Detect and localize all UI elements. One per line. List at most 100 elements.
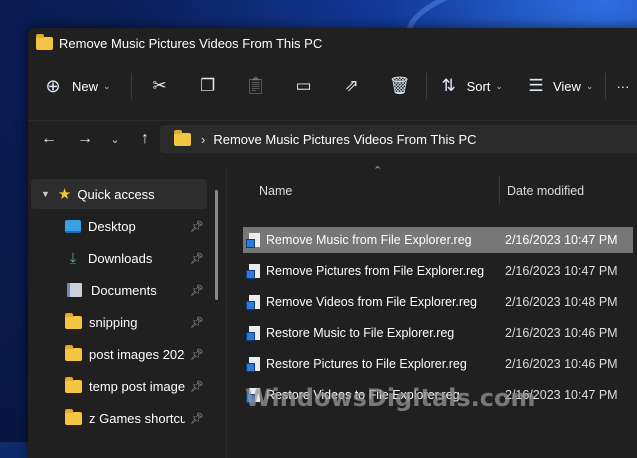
toolbar-separator — [130, 73, 132, 99]
folder-icon — [65, 376, 82, 393]
desktop-icon — [65, 219, 81, 233]
sidebar-scrollbar[interactable] — [215, 190, 218, 300]
pin-icon: 📌︎ — [190, 316, 204, 329]
download-icon: ⤓ — [69, 249, 77, 267]
registry-file-icon — [246, 264, 260, 279]
file-row[interactable]: Remove Pictures from File Explorer.reg 2… — [243, 258, 633, 284]
view-icon: ☰ — [528, 76, 544, 95]
registry-file-icon — [246, 295, 260, 310]
sidebar-item-downloads[interactable]: ⤓ Downloads 📌︎ — [28, 243, 206, 273]
folder-icon — [174, 129, 191, 146]
file-row[interactable]: Remove Videos from File Explorer.reg 2/1… — [243, 289, 633, 315]
navigation-pane: ▼ ★ Quick access Desktop 📌︎ ⤓ Downloads … — [28, 176, 218, 458]
watermark-logo: WindowsDigitals.com — [245, 384, 536, 412]
pin-icon: 📌︎ — [190, 220, 204, 233]
recent-locations-chevron-icon[interactable]: ⌄ — [100, 133, 130, 146]
new-icon: ⊕ — [45, 75, 61, 96]
column-divider[interactable] — [499, 176, 500, 204]
rename-icon: ▭ — [295, 76, 312, 95]
folder-icon — [65, 408, 82, 425]
sidebar-item-label: snipping — [89, 314, 138, 330]
share-button[interactable]: ⇗ — [336, 70, 368, 102]
sidebar-item-snipping[interactable]: snipping 📌︎ — [28, 307, 206, 337]
pin-icon: 📌︎ — [190, 412, 204, 425]
documents-icon — [67, 283, 82, 297]
title-bar[interactable]: Remove Music Pictures Videos From This P… — [28, 28, 637, 58]
file-date: 2/16/2023 10:46 PM — [505, 326, 618, 340]
sidebar-item-label: post images 20202 — [89, 346, 185, 362]
copy-button[interactable]: ❐ — [192, 70, 224, 102]
view-button[interactable]: ☰ View ⌄ — [525, 70, 594, 102]
registry-file-icon — [246, 357, 260, 372]
pin-icon: 📌︎ — [190, 380, 204, 393]
file-row[interactable]: Restore Pictures to File Explorer.reg 2/… — [243, 351, 633, 377]
sidebar-item-label: Documents — [91, 282, 157, 298]
sort-button[interactable]: ⇅ Sort ⌄ — [437, 70, 503, 102]
folder-icon — [65, 312, 82, 329]
file-name: Remove Videos from File Explorer.reg — [266, 295, 477, 309]
column-header-name[interactable]: Name — [259, 178, 292, 204]
new-button[interactable]: ⊕ New ⌄ — [42, 70, 111, 102]
chevron-down-icon: ⌄ — [585, 80, 594, 91]
file-date: 2/16/2023 10:48 PM — [505, 295, 618, 309]
view-label: View — [552, 78, 581, 94]
new-label: New — [72, 78, 99, 94]
sort-label: Sort — [466, 78, 491, 94]
pin-icon: 📌︎ — [190, 348, 204, 361]
file-row[interactable]: Remove Music from File Explorer.reg 2/16… — [243, 227, 633, 253]
toolbar-separator — [425, 73, 427, 99]
sidebar-item-label: z Games shortcuts — [89, 410, 185, 426]
chevron-down-icon: ⌄ — [103, 80, 111, 91]
paste-button[interactable]: 📋︎ — [240, 70, 272, 102]
file-name: Restore Music to File Explorer.reg — [266, 326, 455, 340]
share-icon: ⇗ — [344, 76, 359, 95]
sidebar-item-label: Desktop — [88, 218, 136, 234]
chevron-down-icon: ⌄ — [495, 80, 503, 91]
up-arrow-icon[interactable]: ↑ — [130, 130, 160, 148]
star-icon: ★ — [57, 186, 72, 203]
more-icon: ··· — [616, 78, 630, 94]
cut-icon: ✂ — [152, 76, 167, 95]
file-name: Remove Pictures from File Explorer.reg — [266, 264, 485, 278]
folder-icon — [65, 344, 82, 361]
sidebar-item-documents[interactable]: Documents 📌︎ — [28, 275, 206, 305]
delete-icon: 🗑︎ — [388, 76, 411, 95]
file-date: 2/16/2023 10:46 PM — [505, 357, 618, 371]
sort-ascending-icon: ⌃ — [373, 165, 383, 177]
navigation-bar: ← → ⌄ ↑ › Remove Music Pictures Videos F… — [28, 120, 637, 157]
file-date: 2/16/2023 10:47 PM — [505, 264, 618, 278]
address-bar[interactable]: › Remove Music Pictures Videos From This… — [160, 125, 637, 153]
registry-file-icon — [246, 326, 260, 341]
command-bar: ⊕ New ⌄ ✂ ❐ 📋︎ ▭ ⇗ 🗑︎ ⇅ Sort ⌄ ☰ View ⌄ … — [28, 66, 637, 106]
expand-chevron-icon[interactable]: ▼ — [41, 189, 50, 199]
rename-button[interactable]: ▭ — [288, 70, 320, 102]
back-arrow-icon[interactable]: ← — [34, 130, 64, 148]
registry-file-icon — [246, 233, 260, 248]
sidebar-item-label: Quick access — [77, 186, 155, 202]
cut-button[interactable]: ✂ — [144, 70, 176, 102]
sidebar-item-desktop[interactable]: Desktop 📌︎ — [28, 211, 206, 241]
paste-icon: 📋︎ — [244, 76, 267, 95]
copy-icon: ❐ — [199, 76, 216, 95]
file-list: ⌃ Name Date modified Remove Music from F… — [226, 165, 637, 458]
window-title: Remove Music Pictures Videos From This P… — [59, 35, 323, 51]
pin-icon: 📌︎ — [190, 252, 204, 265]
sidebar-item-label: temp post image — [89, 378, 185, 394]
sidebar-item-label: Downloads — [88, 250, 153, 266]
sidebar-item-post-images[interactable]: post images 20202 📌︎ — [28, 339, 206, 369]
delete-button[interactable]: 🗑︎ — [384, 70, 416, 102]
sidebar-item-quick-access[interactable]: ▼ ★ Quick access — [31, 179, 207, 209]
file-name: Remove Music from File Explorer.reg — [266, 233, 472, 247]
forward-arrow-icon[interactable]: → — [70, 130, 100, 148]
sort-icon: ⇅ — [441, 76, 456, 95]
column-header-date-modified[interactable]: Date modified — [507, 178, 584, 204]
file-row[interactable]: Restore Music to File Explorer.reg 2/16/… — [243, 320, 633, 346]
more-options-button[interactable]: ··· — [616, 70, 629, 102]
sidebar-item-games-shortcuts[interactable]: z Games shortcuts 📌︎ — [28, 403, 206, 433]
breadcrumb-chevron-icon: › — [201, 131, 206, 147]
toolbar-separator — [605, 73, 607, 99]
sidebar-item-temp-post-image[interactable]: temp post image 📌︎ — [28, 371, 206, 401]
breadcrumb[interactable]: Remove Music Pictures Videos From This P… — [213, 132, 476, 147]
file-date: 2/16/2023 10:47 PM — [505, 233, 618, 247]
folder-icon — [36, 33, 53, 50]
